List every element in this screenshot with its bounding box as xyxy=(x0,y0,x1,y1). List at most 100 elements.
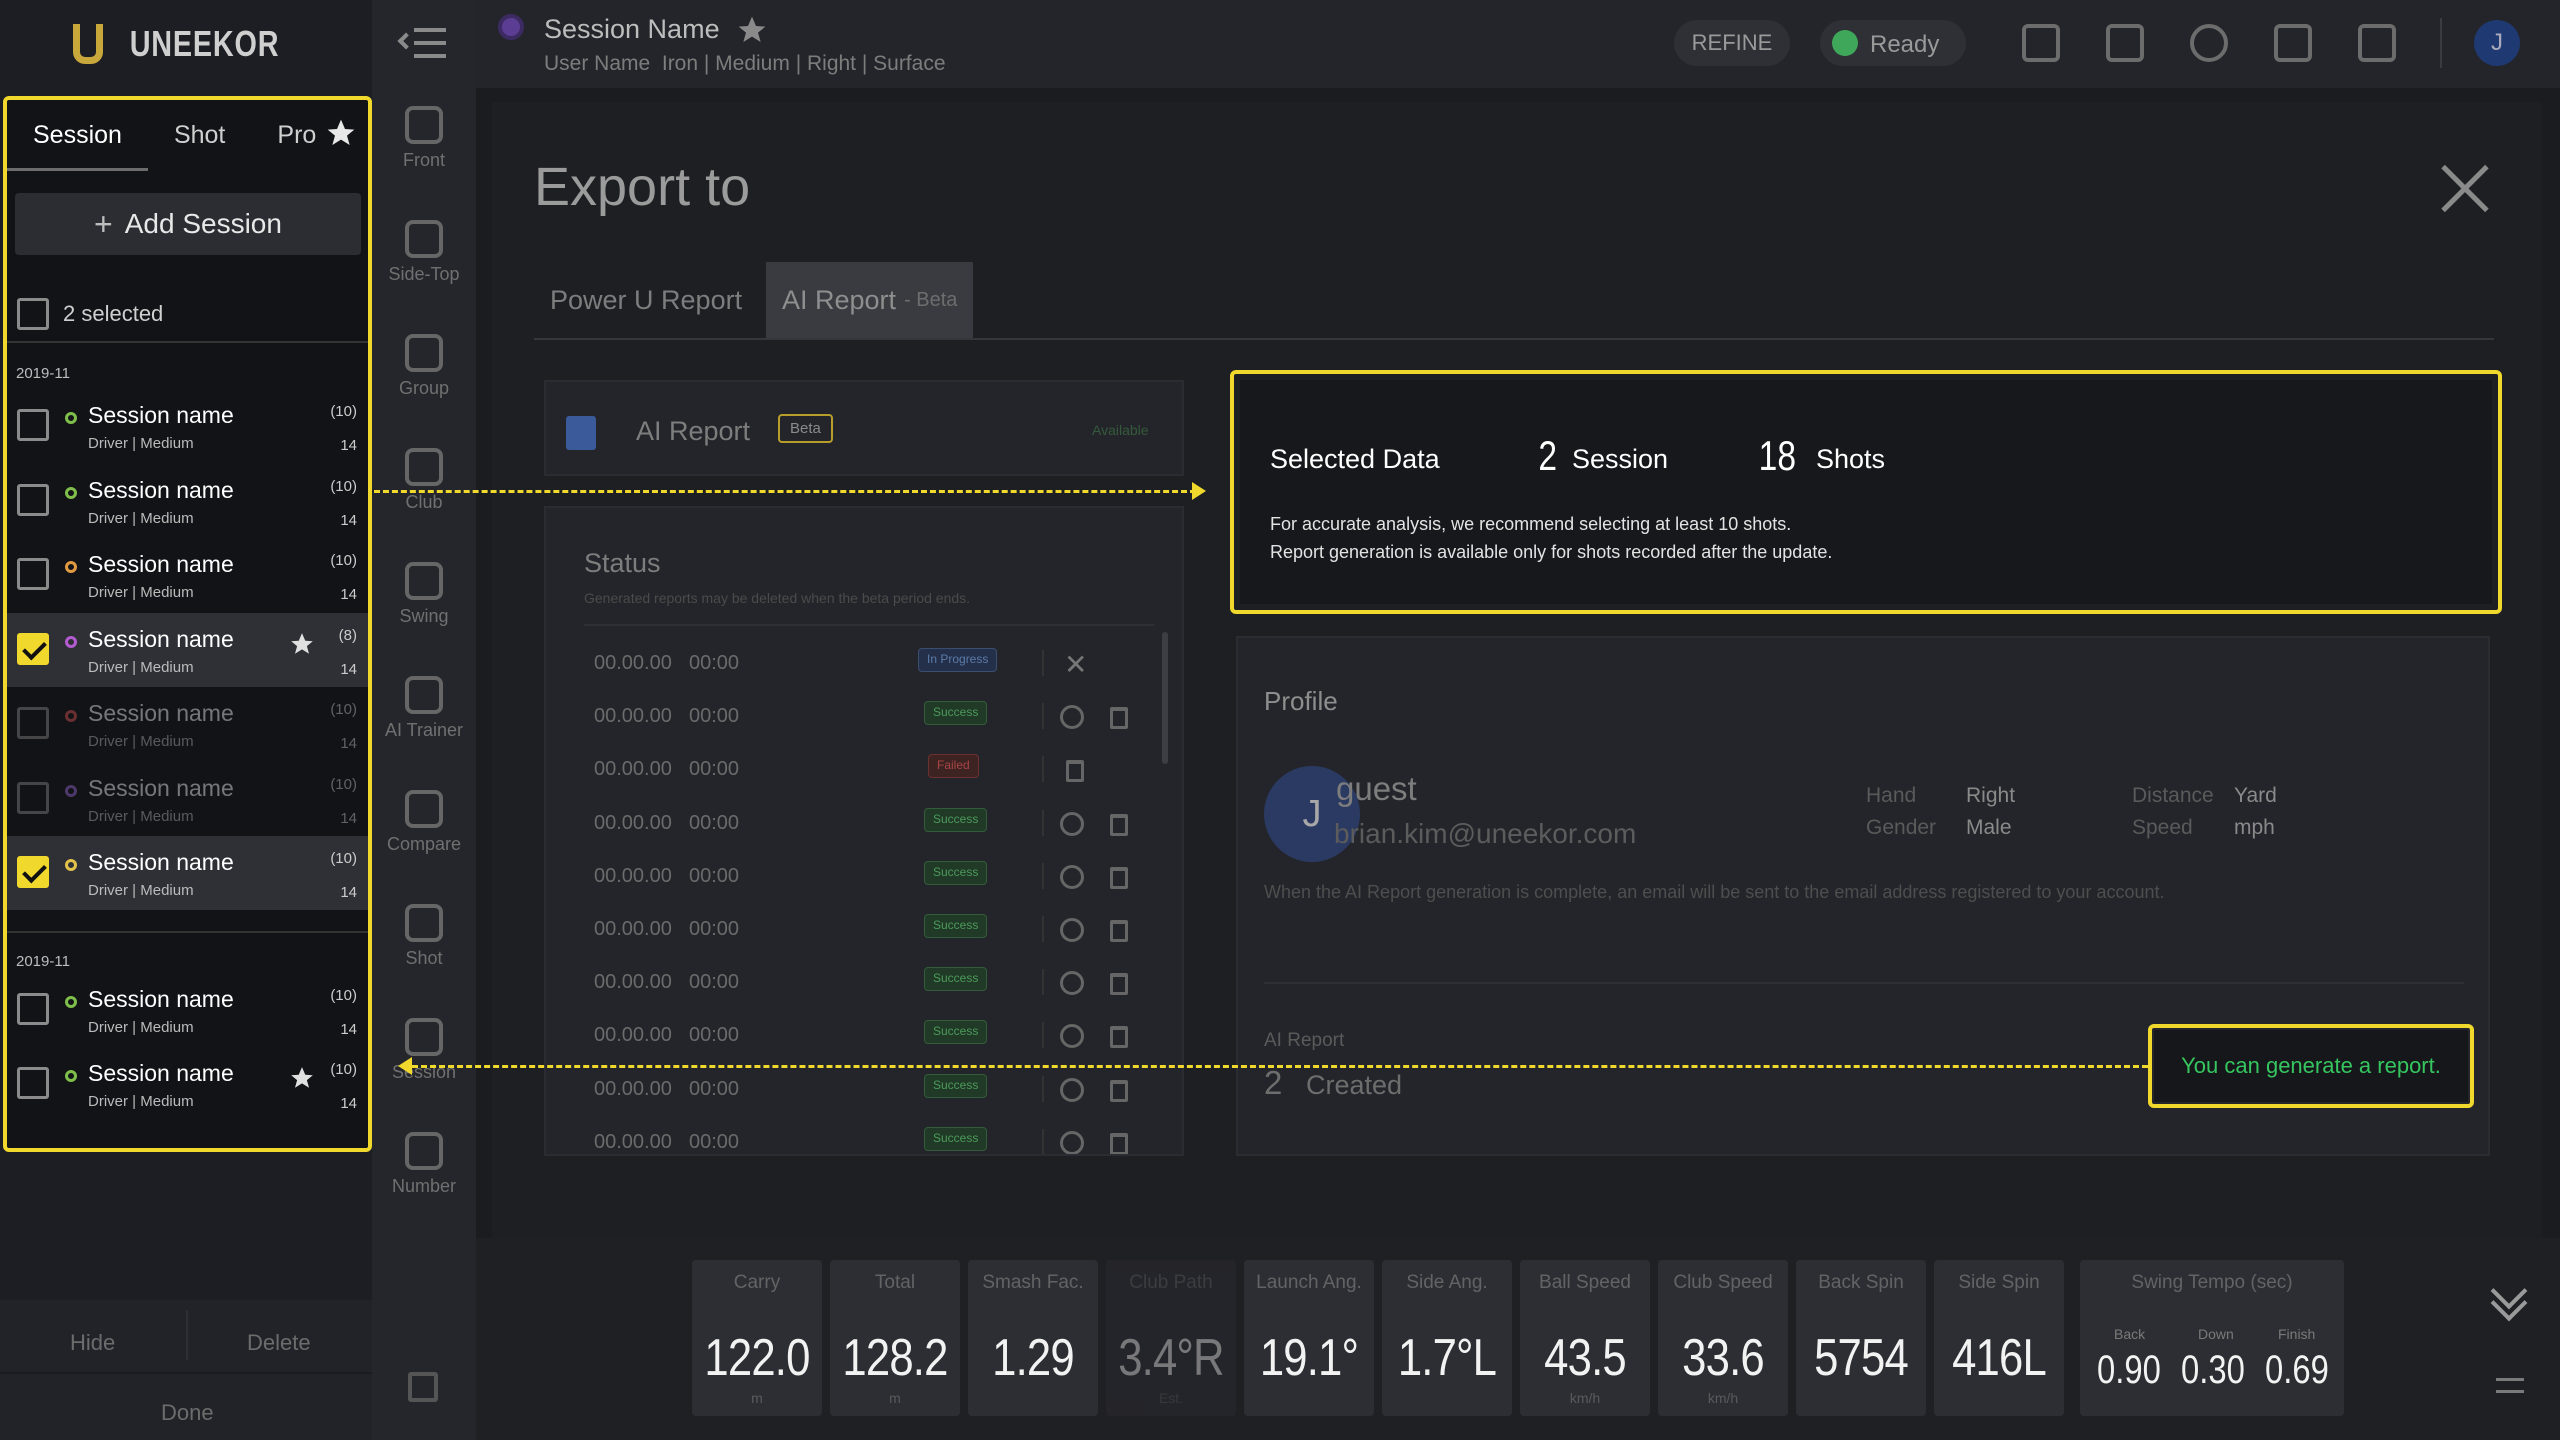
metric-value: 122.0 xyxy=(704,1329,810,1387)
ready-status[interactable]: Ready xyxy=(1820,20,1966,66)
trash-icon[interactable] xyxy=(1110,920,1128,942)
status-time: 00:00 xyxy=(689,652,740,674)
available-label: Available xyxy=(1092,422,1149,438)
gear-icon[interactable] xyxy=(2190,24,2228,62)
metric-value: 3.4°R xyxy=(1118,1329,1224,1387)
zoom-icon[interactable] xyxy=(1060,918,1084,942)
zoom-icon[interactable] xyxy=(1060,1024,1084,1049)
metric-label: Club Path xyxy=(1129,1272,1213,1293)
nav-item-label: Swing xyxy=(399,606,449,626)
email-note: When the AI Report generation is complet… xyxy=(1264,882,2165,902)
trash-icon[interactable] xyxy=(1110,1026,1128,1049)
zoom-icon[interactable] xyxy=(1060,1130,1084,1154)
nav-item-group[interactable]: Group xyxy=(372,334,476,399)
tab-ai-report[interactable]: AI Report - Beta xyxy=(766,262,974,338)
brand-name: UNEEKOR xyxy=(130,23,280,64)
session-icon xyxy=(405,1018,443,1056)
popout-icon[interactable] xyxy=(408,1372,438,1402)
zoom-icon[interactable] xyxy=(1060,811,1084,836)
nav-item-label: AI Trainer xyxy=(384,720,464,740)
status-date: 00.00.00 xyxy=(594,1130,672,1153)
trash-icon[interactable] xyxy=(1110,1079,1128,1102)
zoom-icon[interactable] xyxy=(1060,1077,1084,1102)
metric-club-speed: Club Speed 33.6 km/h xyxy=(1658,1260,1788,1416)
user-avatar[interactable]: J xyxy=(2474,20,2520,66)
nav-item-label: Compare xyxy=(386,834,462,854)
status-time: 00:00 xyxy=(689,918,740,940)
ai-report-label: AI Report xyxy=(1264,1030,1345,1051)
collapse-menu-icon[interactable] xyxy=(397,26,446,60)
status-note: Generated reports may be deleted when th… xyxy=(584,590,971,606)
status-row: 00.00.00 00:00 Success xyxy=(546,689,1182,742)
trash-icon[interactable] xyxy=(1110,813,1128,836)
zoom-icon[interactable] xyxy=(1060,971,1084,996)
annotation-arrowhead-icon xyxy=(1192,482,1206,500)
created-count: 2 xyxy=(1264,1064,1283,1101)
status-time: 00:00 xyxy=(689,811,740,834)
cancel-icon[interactable]: ✕ xyxy=(1064,648,1087,681)
zoom-icon[interactable] xyxy=(1060,864,1084,889)
close-icon[interactable] xyxy=(2440,164,2490,214)
trash-icon[interactable] xyxy=(1110,973,1128,996)
delete-button[interactable]: Delete xyxy=(247,1330,311,1356)
metric-side-ang: Side Ang. 1.7°L xyxy=(1382,1260,1512,1416)
metric-value: 1.7°L xyxy=(1397,1329,1497,1387)
metric-label: Back Spin xyxy=(1818,1272,1904,1293)
status-date: 00.00.00 xyxy=(594,758,672,781)
status-row: 00.00.00 00:00 Success xyxy=(546,849,1182,902)
trash-icon[interactable] xyxy=(1066,760,1084,783)
status-badge: Success xyxy=(924,1126,988,1151)
divider xyxy=(1042,809,1044,836)
metric-unit: m xyxy=(889,1390,901,1406)
nav-item-session[interactable]: Session xyxy=(372,1018,476,1083)
favorite-star-icon[interactable] xyxy=(736,14,768,46)
nav-item-shot[interactable]: Shot xyxy=(372,904,476,969)
status-title: Status xyxy=(584,548,661,578)
check-circle-icon xyxy=(1832,30,1858,56)
created-label: Created xyxy=(1306,1070,1403,1100)
nav-item-number[interactable]: Number xyxy=(372,1132,476,1197)
tempo-down-label: Down xyxy=(2198,1326,2234,1342)
tempo-back-label: Back xyxy=(2114,1326,2146,1342)
trash-icon[interactable] xyxy=(1110,866,1128,889)
feedback-icon[interactable] xyxy=(2106,24,2144,62)
done-button[interactable]: Done xyxy=(161,1400,214,1426)
divider xyxy=(1042,703,1044,730)
club-icon xyxy=(405,448,443,486)
annotation-arrowhead-icon xyxy=(398,1057,412,1075)
export-report-icon[interactable] xyxy=(2022,24,2060,62)
metric-label: Launch Ang. xyxy=(1256,1272,1362,1293)
status-badge: Success xyxy=(924,807,988,832)
exit-icon[interactable] xyxy=(2358,24,2396,62)
status-badge: Success xyxy=(924,1020,988,1045)
tab-power-u-report[interactable]: Power U Report xyxy=(534,262,758,338)
nav-item-ai-trainer[interactable]: AI Trainer xyxy=(372,676,476,741)
metric-label: Carry xyxy=(733,1272,781,1293)
selected-data-panel: Selected Data 2 Session 18 Shots For acc… xyxy=(1230,370,2502,614)
metric-label: Side Ang. xyxy=(1406,1272,1488,1293)
tempo-back: 0.90 xyxy=(2097,1348,2161,1392)
metric-back-spin: Back Spin 5754 xyxy=(1796,1260,1926,1416)
settings-sliders-icon[interactable] xyxy=(2496,1374,2524,1398)
divider xyxy=(0,1372,372,1374)
zoom-icon[interactable] xyxy=(1060,705,1084,730)
nav-item-swing[interactable]: Swing xyxy=(372,562,476,627)
nav-item-compare[interactable]: Compare xyxy=(372,790,476,855)
status-time: 00:00 xyxy=(689,1130,740,1153)
nav-item-side-top[interactable]: Side-Top xyxy=(372,220,476,285)
hand-value: Right xyxy=(1966,784,2016,807)
trash-icon[interactable] xyxy=(1110,1132,1128,1154)
ai-report-card[interactable]: AI Report Beta Available xyxy=(544,380,1184,476)
nav-item-club[interactable]: Club xyxy=(372,448,476,513)
profile-name-text: guest xyxy=(1336,770,1417,807)
window-mode-icon[interactable] xyxy=(2274,24,2312,62)
hide-button[interactable]: Hide xyxy=(70,1330,115,1356)
nav-item-front[interactable]: Front xyxy=(372,106,476,171)
trash-icon[interactable] xyxy=(1110,707,1128,730)
divider xyxy=(534,338,2494,340)
divider xyxy=(1264,982,2464,984)
refine-button[interactable]: REFINE xyxy=(1674,20,1790,66)
metric-label: Swing Tempo (sec) xyxy=(2131,1272,2293,1293)
generate-report-callout: You can generate a report. xyxy=(2148,1024,2474,1108)
tab-label: Power U Report xyxy=(550,284,743,315)
